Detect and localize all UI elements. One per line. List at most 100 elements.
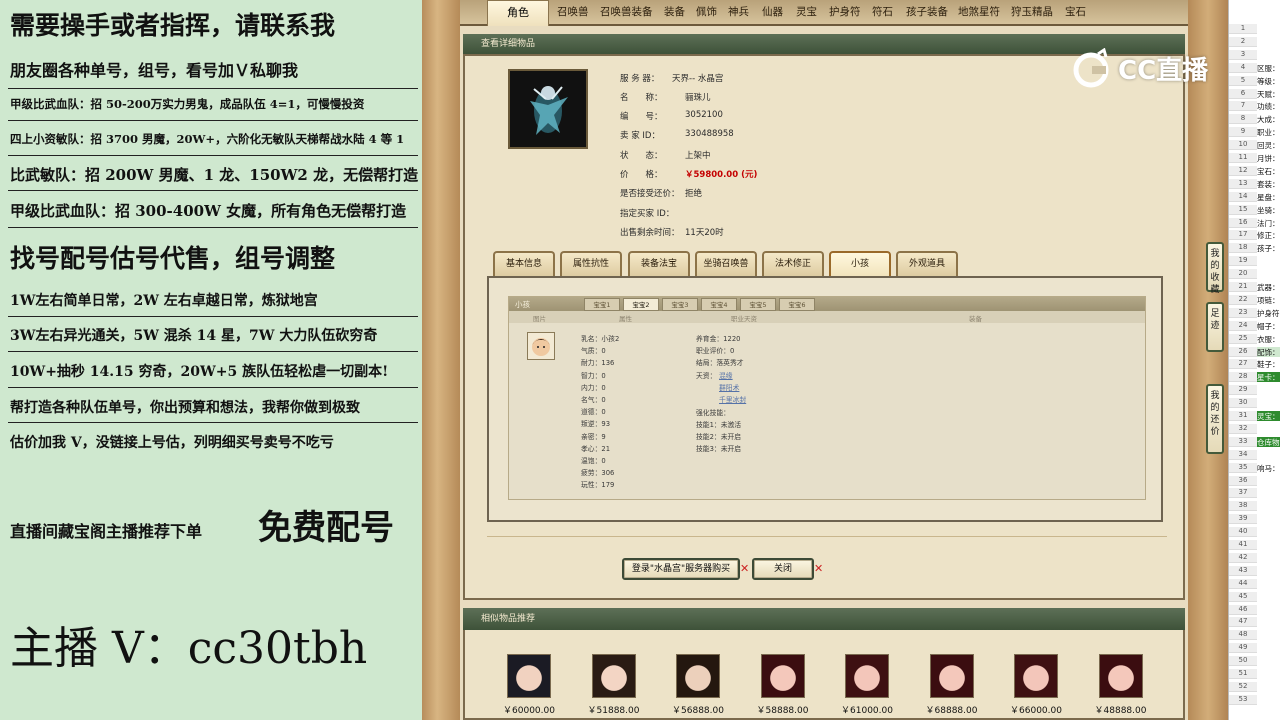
spreadsheet-strip: 1 2 3 4 区服： 5 等级： 6 天赋： 7 功绩： 8 大成： 9 职业： 10 回灵： 11 月饼： 12 宝… bbox=[1228, 0, 1280, 720]
sheet-cell[interactable]: 项链： bbox=[1257, 295, 1280, 305]
tab-divine-weapon[interactable]: 神兵 bbox=[728, 4, 749, 19]
sheet-cell[interactable]: 星卡： bbox=[1257, 372, 1280, 383]
sheet-cell[interactable]: 职业： bbox=[1257, 127, 1280, 137]
close-button[interactable]: 关闭 bbox=[752, 558, 814, 580]
tab-spirit-treasure[interactable]: 灵宝 bbox=[796, 4, 817, 19]
sheet-cell[interactable]: 帽子： bbox=[1257, 321, 1280, 331]
sheet-row-number: 23 bbox=[1229, 307, 1257, 318]
child-tab-6[interactable]: 宝宝6 bbox=[779, 298, 815, 311]
footprint-button[interactable]: 足迹 bbox=[1206, 302, 1224, 352]
sheet-cell[interactable]: 区服： bbox=[1257, 63, 1280, 73]
divider bbox=[8, 351, 418, 352]
tab-summon[interactable]: 召唤兽 bbox=[557, 4, 589, 19]
recommend-item-image[interactable] bbox=[591, 654, 636, 698]
divider bbox=[8, 422, 418, 423]
sheet-cell[interactable]: 配饰： bbox=[1257, 346, 1280, 357]
sheet-cell[interactable]: 等级： bbox=[1257, 76, 1280, 86]
sheet-cell[interactable]: 天赋： bbox=[1257, 89, 1280, 99]
tab-star-rune[interactable]: 地煞星符 bbox=[958, 4, 1000, 19]
status-value: 上架中 bbox=[685, 151, 711, 161]
sheet-cell[interactable]: 灵宝： bbox=[1257, 411, 1280, 421]
col-equip: 装备 bbox=[969, 315, 982, 323]
tab-amulet[interactable]: 护身符 bbox=[829, 4, 861, 19]
sheet-cell[interactable]: 修正： bbox=[1257, 230, 1280, 240]
tab-equipment[interactable]: 装备 bbox=[664, 4, 685, 19]
recommend-item-image[interactable] bbox=[929, 654, 974, 698]
sheet-cell[interactable]: 法门： bbox=[1257, 218, 1280, 228]
tab-mount-summon[interactable]: 坐骑召唤兽 bbox=[695, 251, 757, 277]
sheet-cell[interactable]: 衣服： bbox=[1257, 334, 1280, 344]
tab-gem[interactable]: 宝石 bbox=[1065, 4, 1086, 19]
sheet-cell[interactable]: 回灵： bbox=[1257, 140, 1280, 150]
child-tab-2[interactable]: 宝宝2 bbox=[623, 298, 659, 311]
promo-line-1: 需要操手或者指挥，请联系我 bbox=[10, 11, 336, 40]
child-info-row: 养育金：1220 bbox=[696, 335, 741, 343]
buy-on-server-button[interactable]: 登录"水晶宫"服务器购买 bbox=[622, 558, 740, 580]
tab-role[interactable]: 角色 bbox=[487, 0, 549, 26]
side-button-char: 我 bbox=[1210, 249, 1220, 259]
recommend-title-bar: 相似物品推荐 bbox=[463, 608, 1185, 630]
child-info-row: 职业评价：0 bbox=[696, 347, 735, 355]
tab-accessory[interactable]: 佩饰 bbox=[696, 4, 717, 19]
child-info-row: 技能1：未激活 bbox=[696, 421, 742, 429]
sheet-cell[interactable]: 套装： bbox=[1257, 179, 1280, 189]
recommend-item-image[interactable] bbox=[845, 654, 889, 698]
sheet-cell[interactable]: 护身符 bbox=[1257, 308, 1280, 318]
tab-appearance[interactable]: 外观道具 bbox=[896, 251, 958, 277]
sheet-cell[interactable]: 坐骑： bbox=[1257, 205, 1280, 215]
divider bbox=[8, 227, 418, 228]
tab-spell-mod[interactable]: 法术修正 bbox=[762, 251, 824, 277]
tab-summon-equip[interactable]: 召唤兽装备 bbox=[600, 4, 653, 19]
category-tabs: 角色 召唤兽 召唤兽装备 装备 佩饰 神兵 仙器 灵宝 护身符 符石 孩子装备 … bbox=[460, 0, 1188, 26]
sheet-row-number: 37 bbox=[1229, 488, 1257, 499]
child-talent-link[interactable]: 千里冰封 bbox=[719, 394, 746, 404]
sheet-cell[interactable]: 功绩： bbox=[1257, 101, 1280, 111]
child-talent-link[interactable]: 混缘 bbox=[719, 370, 733, 380]
tab-attributes[interactable]: 属性抗性 bbox=[560, 251, 622, 277]
recommend-item-price: ￥66000.00 bbox=[1010, 706, 1062, 716]
section-title: 查看详细物品 bbox=[481, 39, 536, 49]
tab-child[interactable]: 小孩 bbox=[829, 251, 891, 277]
recommend-item-image[interactable] bbox=[760, 654, 805, 698]
recommend-list: ￥60000.00 ￥51888.00 ￥56888.00 ￥58888.00 ￥610… bbox=[463, 630, 1185, 720]
tab-rune[interactable]: 符石 bbox=[872, 4, 893, 19]
sheet-cell[interactable]: 星盘： bbox=[1257, 192, 1280, 202]
sheet-row-number: 28 bbox=[1229, 372, 1257, 383]
name-value: 骊珠儿 bbox=[685, 93, 711, 103]
buyer-label: 指定买家 ID： bbox=[620, 209, 675, 219]
recommend-item-image[interactable] bbox=[1098, 654, 1143, 698]
sheet-row-number: 36 bbox=[1229, 475, 1257, 486]
tab-content-frame: 小孩 宝宝1 宝宝2 宝宝3 宝宝4 宝宝5 宝宝6 图片 属性 职业天资 装备 bbox=[487, 276, 1163, 522]
my-counter-offers-button[interactable]: 我的还价 bbox=[1206, 384, 1224, 454]
child-attr-row: 道德：0 bbox=[581, 408, 606, 417]
child-talent-link[interactable]: 群阳术 bbox=[719, 382, 739, 392]
sheet-row-number: 19 bbox=[1229, 256, 1257, 267]
tab-equip-treasure[interactable]: 装备法宝 bbox=[628, 251, 690, 277]
sheet-cell[interactable]: 仓库物 bbox=[1257, 436, 1280, 447]
sheet-cell[interactable]: 宝石： bbox=[1257, 166, 1280, 176]
sheet-cell[interactable]: 响马： bbox=[1257, 463, 1280, 473]
sheet-cell[interactable]: 鞋子： bbox=[1257, 359, 1280, 369]
child-tab-5[interactable]: 宝宝5 bbox=[740, 298, 776, 311]
recommend-item-image[interactable] bbox=[676, 654, 720, 698]
sheet-cell[interactable]: 月饼： bbox=[1257, 153, 1280, 163]
recommend-item-image[interactable] bbox=[1014, 654, 1058, 698]
recommend-item-price: ￥60000.00 bbox=[503, 706, 555, 716]
sheet-cell[interactable]: 大成： bbox=[1257, 114, 1280, 124]
child-attr-row: 名气：0 bbox=[581, 396, 606, 404]
tab-fairy-gear[interactable]: 仙器 bbox=[762, 4, 783, 19]
child-tab-4[interactable]: 宝宝4 bbox=[701, 298, 737, 311]
tab-basic-info[interactable]: 基本信息 bbox=[493, 251, 555, 277]
tab-child-equip[interactable]: 孩子装备 bbox=[906, 4, 948, 19]
recommend-item-image[interactable] bbox=[507, 654, 551, 698]
child-tab-1[interactable]: 宝宝1 bbox=[584, 298, 620, 311]
tab-jade[interactable]: 狩玉精晶 bbox=[1011, 4, 1053, 19]
sheet-cell[interactable]: 武器： bbox=[1257, 282, 1280, 292]
my-favorites-button[interactable]: 我的收藏 bbox=[1206, 242, 1224, 295]
sheet-row-number: 48 bbox=[1229, 630, 1257, 641]
seller-label: 卖 家 ID： bbox=[620, 131, 660, 141]
recommend-item-price: ￥58888.00 bbox=[756, 706, 809, 716]
child-tab-3[interactable]: 宝宝3 bbox=[662, 298, 698, 311]
sheet-row-number: 13 bbox=[1229, 178, 1257, 189]
sheet-cell[interactable]: 孩子： bbox=[1257, 243, 1280, 253]
